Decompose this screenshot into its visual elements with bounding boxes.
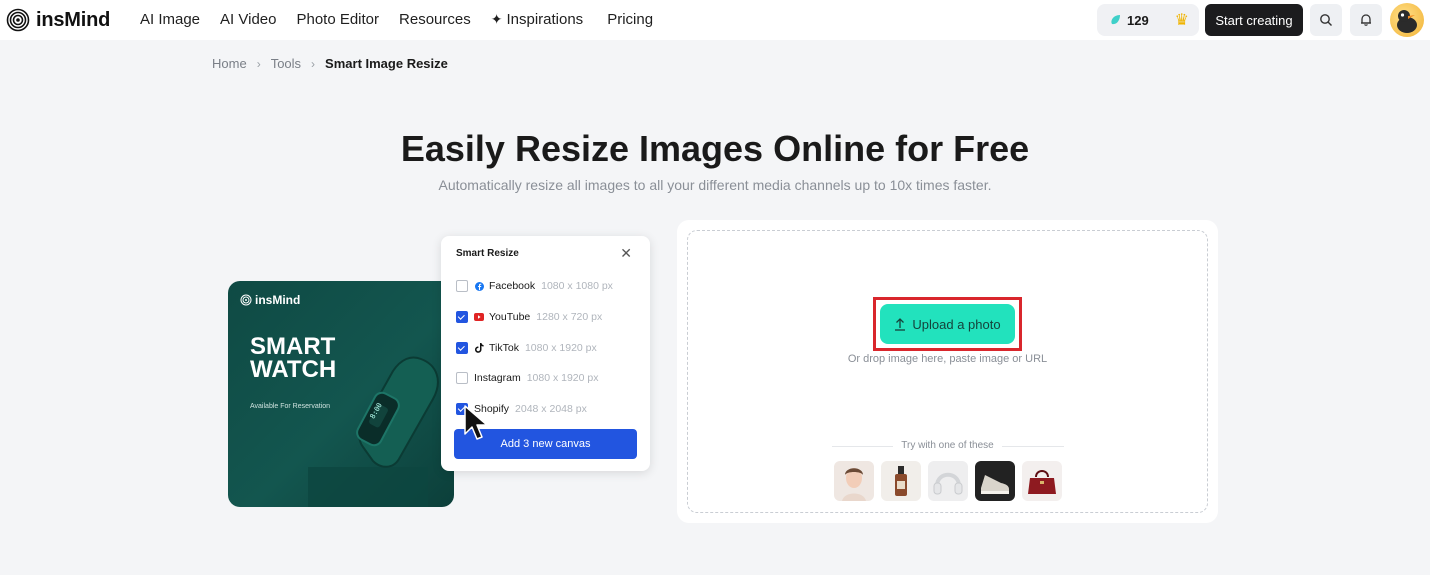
- option-instagram[interactable]: Instagram 1080 x 1920 px: [456, 370, 599, 386]
- avatar[interactable]: [1390, 3, 1424, 37]
- sample-handbag[interactable]: [1022, 461, 1062, 501]
- duck-avatar-icon: [1397, 10, 1417, 33]
- nav-link-pricing[interactable]: Pricing: [607, 11, 653, 28]
- mouse-cursor-icon: [464, 405, 488, 440]
- serum-bottle-image: [895, 466, 907, 496]
- sneaker-image: [981, 475, 1009, 494]
- top-nav: insMind AI Image AI Video Photo Editor R…: [0, 0, 1430, 40]
- breadcrumb-current: Smart Image Resize: [325, 56, 448, 71]
- headphones-image: [933, 472, 963, 495]
- nav-link-ai-video[interactable]: AI Video: [220, 11, 276, 28]
- sample-images: [834, 461, 1062, 501]
- brand-name: insMind: [36, 8, 111, 31]
- try-samples-text: Try with one of these: [893, 440, 1002, 451]
- sample-sneaker[interactable]: [975, 461, 1015, 501]
- search-icon: [1320, 14, 1332, 26]
- checkbox[interactable]: [456, 342, 468, 354]
- drop-hint: Or drop image here, paste image or URL: [847, 353, 1048, 365]
- option-tiktok[interactable]: TikTok 1080 x 1920 px: [456, 340, 597, 356]
- option-label: TikTok: [489, 342, 519, 354]
- tiktok-icon: [474, 343, 484, 353]
- promo-title-line1: SMART: [250, 333, 336, 360]
- promo-title-line2: WATCH: [250, 356, 337, 383]
- sample-woman-portrait[interactable]: [834, 461, 874, 501]
- nav-link-resources[interactable]: Resources: [399, 11, 471, 28]
- checkbox[interactable]: [456, 280, 468, 292]
- sample-serum-bottle[interactable]: [881, 461, 921, 501]
- nav-link-ai-image[interactable]: AI Image: [140, 11, 200, 28]
- promo-image: insMind SMART WATCH Available For Reserv…: [228, 281, 454, 507]
- credits-badge[interactable]: 129 ♛: [1097, 4, 1199, 36]
- nav-link-photo-editor[interactable]: Photo Editor: [296, 11, 379, 28]
- checkbox[interactable]: [456, 372, 468, 384]
- close-icon[interactable]: ✕: [620, 245, 632, 262]
- nav-links: AI Image AI Video Photo Editor Resources…: [140, 11, 653, 28]
- promo-title: SMART WATCH: [250, 333, 337, 383]
- youtube-icon: [474, 312, 484, 322]
- smartwatch-illustration: 8:00: [356, 356, 439, 468]
- credit-gem-icon: [1111, 15, 1120, 25]
- sparkle-icon: ✦: [490, 11, 503, 27]
- option-label: Facebook: [489, 280, 536, 292]
- promo-brand: insMind: [240, 293, 300, 307]
- try-samples-label: Try with one of these: [677, 440, 1218, 451]
- option-label: YouTube: [489, 311, 531, 323]
- sample-headphones[interactable]: [928, 461, 968, 501]
- upload-photo-label: Upload a photo: [912, 316, 1001, 332]
- option-dims: 2048 x 2048 px: [515, 403, 587, 415]
- promo-subtitle: Available For Reservation: [250, 403, 331, 410]
- option-dims: 1280 x 720 px: [536, 311, 603, 323]
- crown-icon[interactable]: ♛: [1175, 10, 1189, 30]
- logo-icon: [6, 8, 30, 32]
- option-dims: 1080 x 1920 px: [524, 342, 597, 354]
- nav-link-inspirations[interactable]: ✦ Inspirations: [491, 11, 583, 28]
- panel-title: Smart Resize: [456, 248, 519, 259]
- promo-brand-text: insMind: [255, 293, 301, 307]
- start-creating-button[interactable]: Start creating: [1205, 4, 1303, 36]
- notifications-button[interactable]: [1350, 4, 1382, 36]
- breadcrumb: Home › Tools › Smart Image Resize: [212, 56, 448, 71]
- search-button[interactable]: [1310, 4, 1342, 36]
- page-title: Easily Resize Images Online for Free: [400, 128, 1030, 169]
- logo-icon: [240, 294, 252, 306]
- breadcrumb-home[interactable]: Home: [212, 56, 247, 71]
- breadcrumb-tools[interactable]: Tools: [271, 56, 301, 71]
- promo-pedestal: [308, 467, 428, 507]
- upload-photo-button[interactable]: Upload a photo: [880, 304, 1015, 344]
- option-facebook[interactable]: Facebook 1080 x 1080 px: [456, 278, 613, 294]
- option-dims: 1080 x 1920 px: [526, 372, 599, 384]
- page-subtitle: Automatically resize all images to all y…: [438, 177, 992, 193]
- chevron-right-icon: ›: [256, 56, 261, 71]
- facebook-icon: [474, 281, 484, 291]
- bell-icon: [1361, 14, 1371, 26]
- upload-icon: [895, 317, 906, 331]
- chevron-right-icon: ›: [311, 56, 316, 71]
- nav-link-inspirations-label: Inspirations: [506, 11, 584, 28]
- checkbox[interactable]: [456, 311, 468, 323]
- option-label: Instagram: [474, 372, 521, 384]
- credits-count: 129: [1127, 12, 1149, 28]
- option-youtube[interactable]: YouTube 1280 x 720 px: [456, 309, 602, 325]
- woman-portrait-image: [842, 468, 866, 501]
- handbag-image: [1028, 470, 1056, 494]
- brand-logo[interactable]: insMind: [6, 8, 110, 32]
- option-dims: 1080 x 1080 px: [541, 280, 613, 292]
